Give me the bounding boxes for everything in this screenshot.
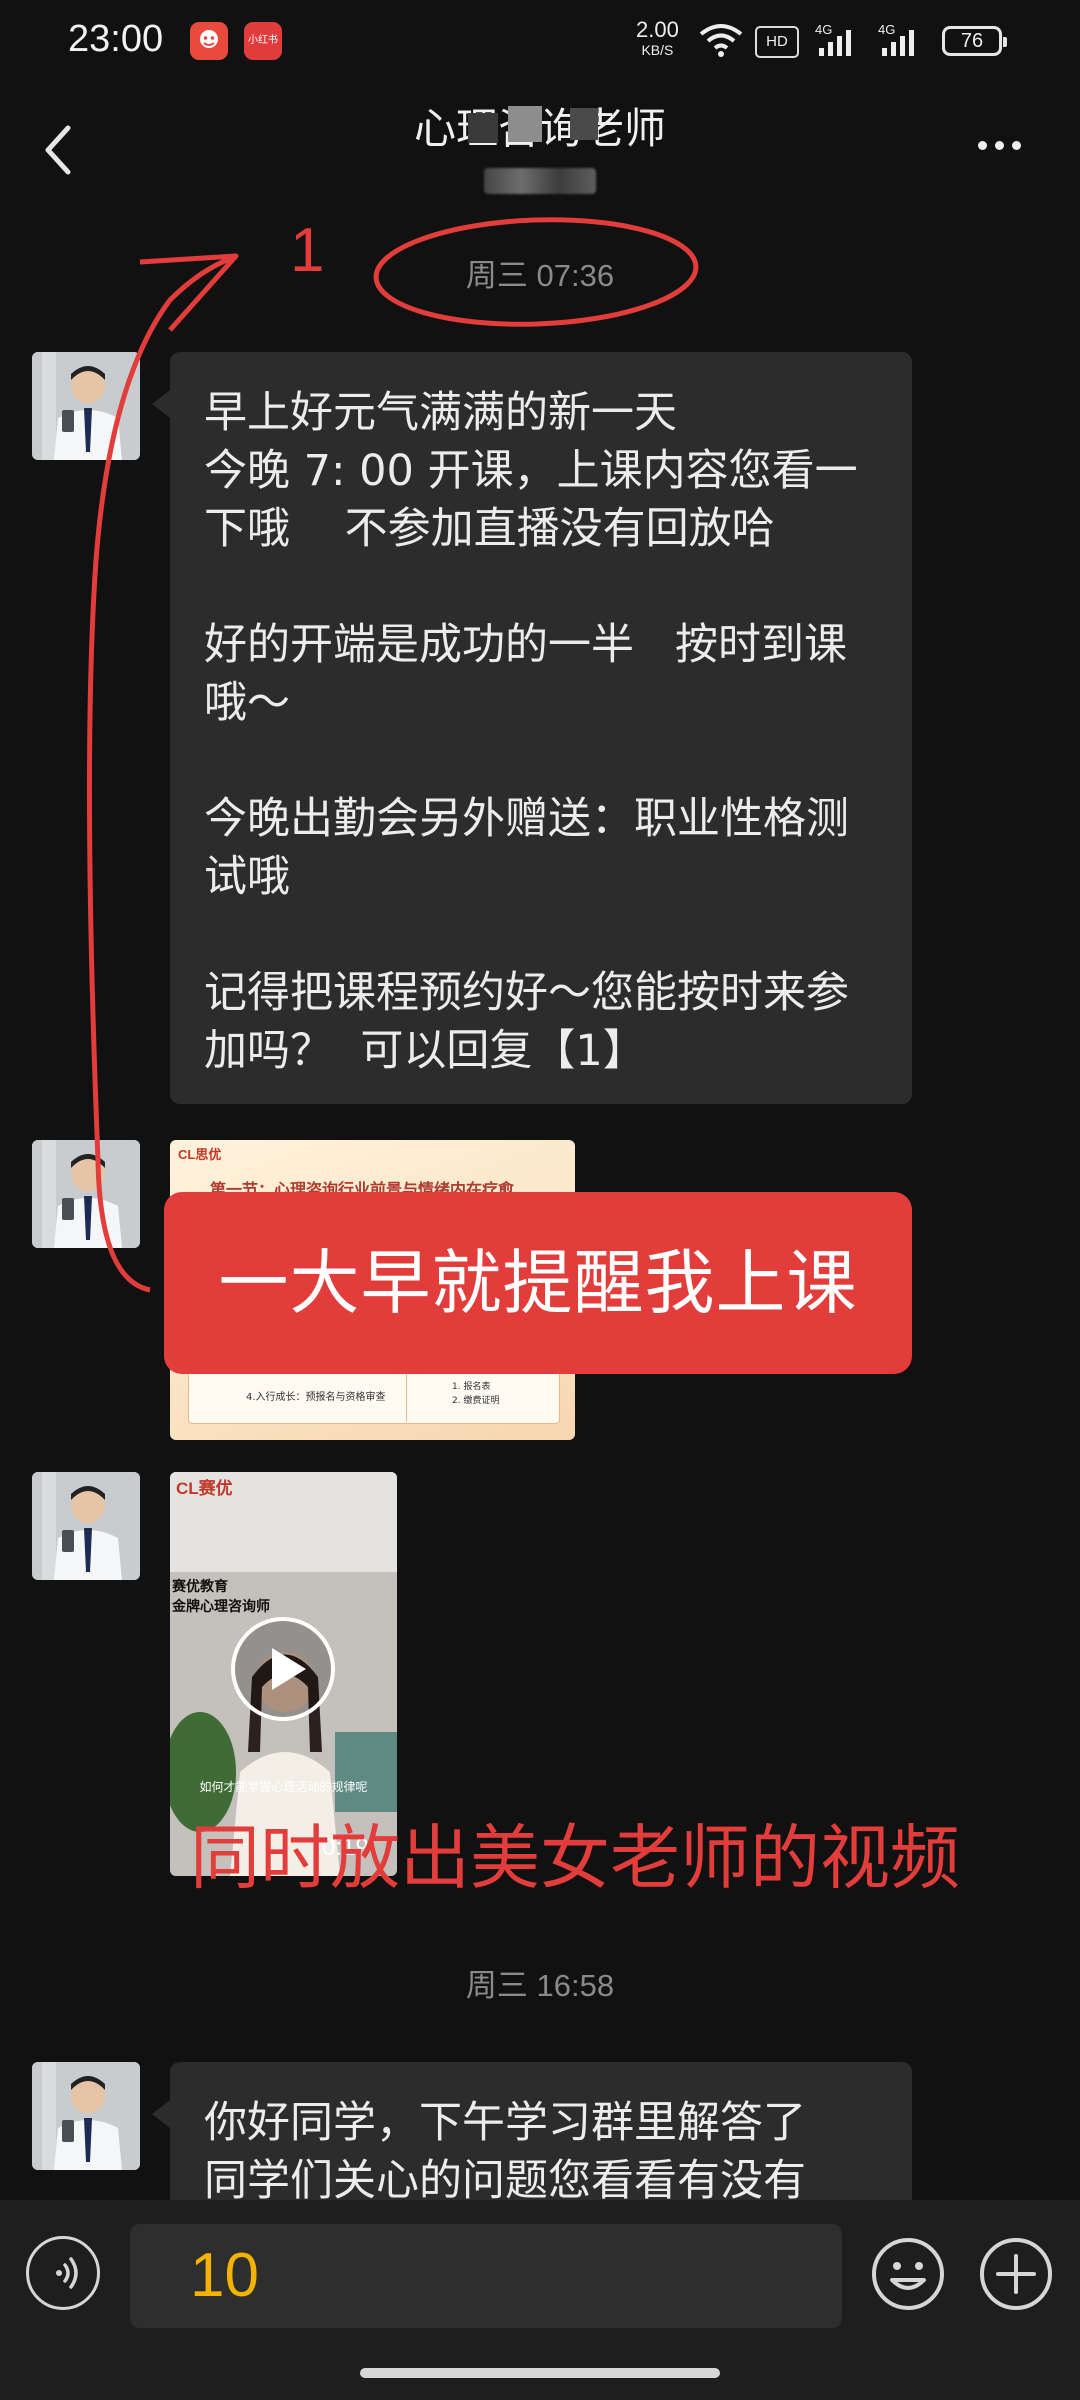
- video-caption-line-2: 金牌心理咨询师: [172, 1599, 270, 1615]
- teacher-avatar[interactable]: [32, 2062, 140, 2170]
- emoji-icon[interactable]: [870, 2236, 946, 2312]
- plus-icon[interactable]: [978, 2236, 1054, 2312]
- message-input[interactable]: 10: [130, 2224, 842, 2328]
- teacher-avatar[interactable]: [32, 1472, 140, 1580]
- video-subtitle: 如何才能掌握心理活动的规律呢: [199, 1780, 368, 1794]
- annotation-banner: 一大早就提醒我上课: [164, 1192, 912, 1374]
- home-indicator[interactable]: [360, 2368, 720, 2378]
- voice-icon[interactable]: [26, 2236, 100, 2310]
- red-annotation-strokes: [86, 217, 699, 1293]
- message-timestamp: 周三 16:58: [465, 1968, 615, 2003]
- annotation-number: 1: [290, 216, 325, 285]
- annotation-note: 同时放出美女老师的视频: [190, 1817, 960, 1899]
- video-caption-line-1: 赛优教育: [172, 1579, 228, 1595]
- video-logo: CL赛优: [176, 1479, 233, 1498]
- message-text: 你好同学，下午学习群里解答了 同学们关心的问题您看看有没有: [204, 2098, 806, 2206]
- play-icon[interactable]: [228, 1614, 338, 1724]
